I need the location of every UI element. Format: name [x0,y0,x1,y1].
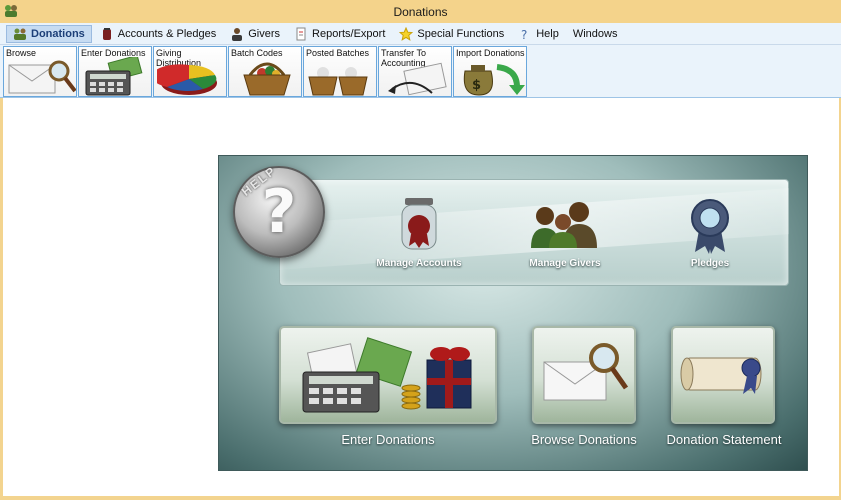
menu-special-functions[interactable]: Special Functions [393,25,510,43]
window-title: Donations [393,4,448,19]
browse-donations-tile-label: Browse Donations [531,432,637,447]
pie-chart-icon [157,64,217,95]
main-area: ? HELP Manage Accounts Manage Givers Ple… [3,98,839,496]
money-bag-arrow-icon: $ [463,64,525,96]
help-icon: ? [521,28,527,41]
report-icon [296,27,306,40]
svg-text:?: ? [521,28,527,41]
jar-icon [102,27,111,40]
enter-donations-tile[interactable] [279,326,497,424]
pledges-button[interactable]: Pledges [655,196,765,271]
envelope-magnifier-icon [543,343,629,401]
menu-reports-export-label: Reports/Export [312,27,386,40]
people-icon [531,202,597,248]
menu-bar: Donations Accounts & Pledges Givers Repo… [0,23,841,45]
menu-accounts-pledges-label: Accounts & Pledges [117,27,217,40]
pledges-label: Pledges [690,258,730,269]
envelope-magnifier-icon [8,60,76,94]
menu-donations[interactable]: Donations [6,24,92,43]
people-icon [14,28,26,40]
baskets-icon [308,67,368,96]
menu-help[interactable]: ? Help [512,25,565,43]
calculator-money-icon [85,57,143,96]
browse-donations-tile[interactable] [532,326,636,424]
posted-batches-button[interactable]: Posted Batches [303,46,377,97]
basket-icon [243,62,291,96]
transfer-arrow-icon [388,62,447,96]
badge-ribbon-icon [691,199,729,254]
manage-givers-button[interactable]: Manage Givers [510,196,620,271]
transfer-to-accounting-button[interactable]: Transfer To Accounting [378,46,452,97]
person-icon [232,27,243,41]
browse-button[interactable]: Browse [3,46,77,97]
menu-givers-label: Givers [248,27,281,40]
enter-donations-tile-label: Enter Donations [341,432,435,447]
jar-icon [401,198,437,250]
donation-statement-tile-label: Donation Statement [666,432,782,447]
menu-help-label: Help [536,27,559,40]
menu-accounts-pledges[interactable]: Accounts & Pledges [94,25,222,43]
donations-dashboard-panel: ? HELP Manage Accounts Manage Givers Ple… [218,155,808,471]
question-mark-icon: ? [261,177,297,247]
scroll-seal-icon [680,357,762,394]
app-icon[interactable] [3,3,19,19]
menu-windows[interactable]: Windows [567,25,624,43]
star-icon [399,26,414,41]
giving-distribution-button[interactable]: Giving Distribution [153,46,227,97]
manage-accounts-button[interactable]: Manage Accounts [364,196,474,271]
import-donations-button[interactable]: Import Donations $ [453,46,527,97]
help-button[interactable]: ? HELP [233,163,325,258]
menu-reports-export[interactable]: Reports/Export [288,25,391,43]
enter-donations-button[interactable]: Enter Donations [78,46,152,97]
manage-givers-label: Manage Givers [529,258,601,269]
menu-donations-label: Donations [31,27,85,40]
menu-special-functions-label: Special Functions [417,27,505,40]
toolbar: Browse Enter Donations Giving Distributi… [0,45,841,98]
svg-text:$: $ [472,78,481,93]
window-bottom-border [0,496,841,500]
batch-codes-button[interactable]: Batch Codes [228,46,302,97]
donation-statement-tile[interactable] [671,326,775,424]
calculator-money-gift-icon [302,337,472,413]
manage-accounts-label: Manage Accounts [376,258,462,269]
menu-givers[interactable]: Givers [224,25,286,43]
menu-windows-label: Windows [572,27,618,40]
title-bar: Donations [0,0,841,23]
